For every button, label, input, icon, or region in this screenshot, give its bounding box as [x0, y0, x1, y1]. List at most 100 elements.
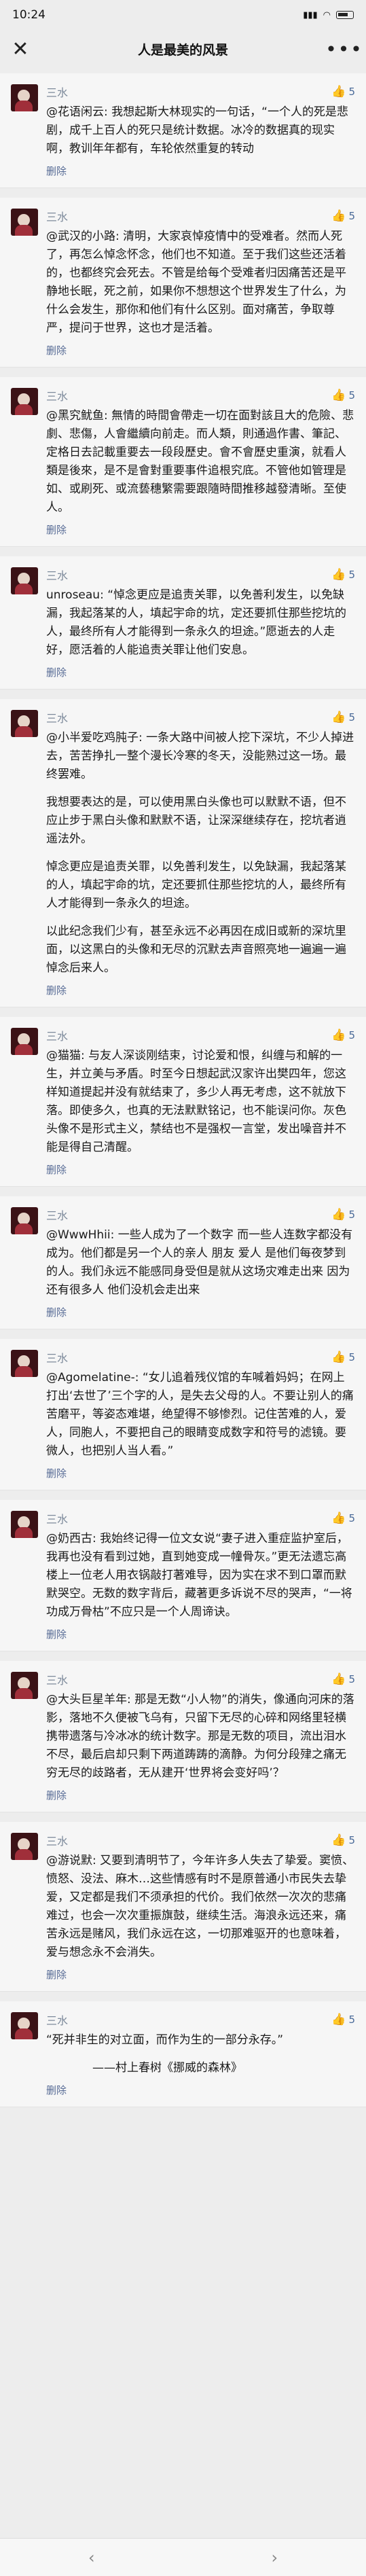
comment-author[interactable]: 三水 [46, 1832, 68, 1848]
avatar[interactable] [11, 84, 38, 111]
like-button[interactable]: 👍 5 [331, 568, 355, 582]
avatar[interactable] [11, 1511, 38, 1538]
avatar[interactable] [11, 1672, 38, 1699]
like-button[interactable]: 👍 5 [331, 85, 355, 99]
delete-button[interactable]: 删除 [46, 343, 355, 357]
comment-author[interactable]: 三水 [46, 387, 68, 404]
comment-body: 三水 👍 5 @Agomelatine-: “女儿追着残仪馆的车喊着妈妈；在网上打出‘… [46, 1350, 355, 1480]
comment-author[interactable]: 三水 [46, 1206, 68, 1223]
comment-author[interactable]: 三水 [46, 1027, 68, 1043]
thumbs-up-icon: 👍 [331, 209, 346, 223]
thumbs-up-icon: 👍 [331, 389, 346, 402]
like-button[interactable]: 👍 5 [331, 2013, 355, 2026]
thumbs-up-icon: 👍 [331, 1208, 346, 1221]
avatar[interactable] [11, 1028, 38, 1055]
like-count: 5 [348, 1351, 355, 1363]
comment-body: 三水 👍 5 @游说默: 又要到清明节了，今年许多人失去了挚爱。窦愤、愤怒、没法、麻木… [46, 1833, 355, 1982]
status-icons: ▮▮▮ ◠ [303, 10, 354, 20]
delete-button[interactable]: 删除 [46, 522, 355, 537]
like-button[interactable]: 👍 5 [331, 1511, 355, 1525]
delete-button[interactable]: 删除 [46, 983, 355, 997]
avatar[interactable] [11, 209, 38, 236]
comment-header: 三水 👍 5 [46, 710, 355, 725]
comment-header: 三水 👍 5 [46, 1028, 355, 1043]
comment-header: 三水 👍 5 [46, 1511, 355, 1526]
comment-header: 三水 👍 5 [46, 388, 355, 403]
avatar[interactable] [11, 388, 38, 415]
like-button[interactable]: 👍 5 [331, 209, 355, 223]
comment-text: @黑究鱿鱼: 無情的時間會帶走一切在面對該且大的危險、悲劇、悲傷，人會繼續向前走… [46, 409, 354, 514]
like-button[interactable]: 👍 5 [331, 1028, 355, 1042]
avatar[interactable] [11, 1207, 38, 1234]
comment-list: 三水 👍 5 @花语闲云: 我想起斯大林现实的一句话，“一个人的死是悲剧，成千上百人的… [0, 68, 366, 2107]
comment-author[interactable]: 三水 [46, 1510, 68, 1526]
comment-body: 三水 👍 5 @WwwHhii: 一些人成为了一个数字 而一些人连数字都没有成为。他们… [46, 1207, 355, 1319]
like-button[interactable]: 👍 5 [331, 1833, 355, 1847]
comment-author[interactable]: 三水 [46, 2011, 68, 2028]
comment-header: 三水 👍 5 [46, 1350, 355, 1365]
comment-author[interactable]: 三水 [46, 84, 68, 100]
like-count: 5 [348, 1029, 355, 1041]
avatar[interactable] [11, 1833, 38, 1860]
comment-text: @Agomelatine-: “女儿追着残仪馆的车喊着妈妈；在网上打出‘去世了’… [46, 1371, 354, 1458]
delete-button[interactable]: 删除 [46, 1788, 355, 1802]
close-icon[interactable]: ✕ [8, 37, 33, 61]
comment-item: 三水 👍 5 @WwwHhii: 一些人成为了一个数字 而一些人连数字都没有成为。他们… [0, 1196, 366, 1329]
comment-header: 三水 👍 5 [46, 2012, 355, 2027]
comment-item: 三水 👍 5 @Agomelatine-: “女儿追着残仪馆的车喊着妈妈；在网上打出‘… [0, 1339, 366, 1490]
delete-button[interactable]: 删除 [46, 1627, 355, 1641]
comment-item: 三水 👍 5 @小半爱吃鸡肫子: 一条大路中间被人挖下深坑，不少人掉进去，苦苦挣扎一整… [0, 699, 366, 1007]
like-count: 5 [348, 210, 355, 222]
delete-button[interactable]: 删除 [46, 164, 355, 178]
forward-icon[interactable]: › [271, 2548, 278, 2567]
thumbs-up-icon: 👍 [331, 1350, 346, 1364]
avatar[interactable] [11, 2012, 38, 2039]
delete-button[interactable]: 删除 [46, 1967, 355, 1982]
avatar[interactable] [11, 1350, 38, 1377]
delete-button[interactable]: 删除 [46, 1466, 355, 1480]
comment-author[interactable]: 三水 [46, 1349, 68, 1365]
thumbs-up-icon: 👍 [331, 85, 346, 99]
comment-body: 三水 👍 5 @奶西古: 我始终记得一位文女说“妻子进入重症监护室后，我再也没有看到过… [46, 1511, 355, 1641]
like-button[interactable]: 👍 5 [331, 1208, 355, 1221]
like-count: 5 [348, 1673, 355, 1685]
delete-button[interactable]: 删除 [46, 1162, 355, 1177]
delete-button[interactable]: 删除 [46, 1305, 355, 1319]
thumbs-up-icon: 👍 [331, 1511, 346, 1525]
bottom-toolbar: ‹ › [0, 2538, 366, 2576]
comment-paragraph: @小半爱吃鸡肫子: 一条大路中间被人挖下深坑，不少人掉进去，苦苦挣扎一整个漫长冷… [46, 731, 354, 781]
comment-author[interactable]: 三水 [46, 709, 68, 726]
nav-bar: ✕ 人是最美的风景 ••• [0, 30, 366, 68]
comment-author[interactable]: 三水 [46, 208, 68, 224]
comment-body: 三水 👍 5 @猫猫: 与友人深谈刚结束，讨论爱和恨，纠缠与和解的一生，并立美与矛盾。… [46, 1028, 355, 1177]
like-button[interactable]: 👍 5 [331, 389, 355, 402]
delete-button[interactable]: 删除 [46, 665, 355, 679]
battery-icon [336, 11, 354, 19]
comment-paragraph: 悼念更应是追责关罪，以免善利发生，以免缺漏，我起落某的人，填起宇命的坑，定还要抓… [46, 860, 346, 910]
like-button[interactable]: 👍 5 [331, 711, 355, 724]
comment-body: 三水 👍 5 @大头巨星羊年: 那是无数“小人物”的消失，像通向河床的落影，落地不久便… [46, 1672, 355, 1802]
page-title: 人是最美的风景 [137, 42, 228, 58]
like-button[interactable]: 👍 5 [331, 1672, 355, 1686]
signal-icon: ▮▮▮ [303, 10, 318, 20]
comment-text: @WwwHhii: 一些人成为了一个数字 而一些人连数字都没有成为。他们都是另一… [46, 1228, 353, 1297]
comment-body: 三水 👍 5 “死并非生的对立面，而作为生的一部分永存。” ——村上春树《挪威的森林》… [46, 2012, 355, 2097]
comment-body: 三水 👍 5 @武汉的小路: 清明，大家哀悼疫情中的受难者。然而人死了，再怎么悼念怀念… [46, 209, 355, 357]
avatar[interactable] [11, 567, 38, 594]
comment-body: 三水 👍 5 @黑究鱿鱼: 無情的時間會帶走一切在面對該且大的危險、悲劇、悲傷，人會繼… [46, 388, 355, 537]
delete-button[interactable]: 删除 [46, 2083, 355, 2097]
back-icon[interactable]: ‹ [88, 2548, 95, 2567]
like-button[interactable]: 👍 5 [331, 1350, 355, 1364]
status-bar: 10:24 ▮▮▮ ◠ [0, 0, 366, 30]
comment-text: “死并非生的对立面，而作为生的一部分永存。” ——村上春树《挪威的森林》 [46, 2031, 355, 2077]
thumbs-up-icon: 👍 [331, 1028, 346, 1042]
comment-author[interactable]: 三水 [46, 1671, 68, 1687]
avatar[interactable] [11, 710, 38, 737]
more-icon[interactable]: ••• [325, 37, 362, 61]
comment-paragraph: 我想要表达的是，可以使用黑白头像也可以默默不语，但不应止步于黑白头像和默默不语，… [46, 795, 346, 846]
like-count: 5 [348, 1209, 355, 1221]
comment-item: 三水 👍 5 @猫猫: 与友人深谈刚结束，讨论爱和恨，纠缠与和解的一生，并立美与矛盾。… [0, 1017, 366, 1187]
comment-text: @奶西古: 我始终记得一位文女说“妻子进入重症监护室后，我再也没有看到过她，直到… [46, 1532, 352, 1619]
comment-author[interactable]: 三水 [46, 567, 68, 583]
comment-item: 三水 👍 5 @游说默: 又要到清明节了，今年许多人失去了挚爱。窦愤、愤怒、没法、麻木… [0, 1822, 366, 1992]
